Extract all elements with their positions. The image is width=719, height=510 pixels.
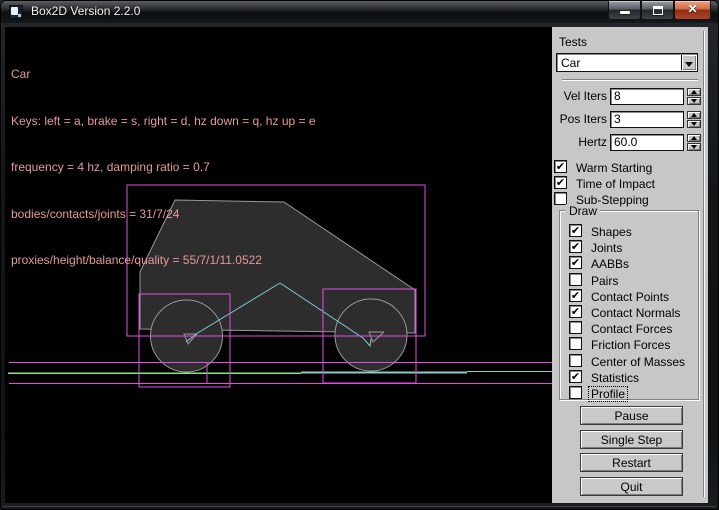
minimize-icon [620,11,630,14]
checkbox-box[interactable]: ✔ [569,370,582,383]
checkbox-box[interactable]: ✔ [569,256,582,269]
arrow-up-icon [691,113,697,117]
stepper-down-button[interactable] [687,97,701,105]
arrow-down-icon [691,145,697,149]
restart-button[interactable]: Restart [580,453,683,472]
vel-iters-stepper [687,88,701,105]
bodies-line: bodies/contacts/joints = 31/7/24 [11,207,316,223]
frame-bottom-highlight [3,506,716,507]
front-wheel [335,299,407,371]
single-step-button[interactable]: Single Step [580,430,683,449]
pos-iters-input[interactable]: 3 [610,111,684,128]
checkbox-box[interactable]: ✔ [569,289,582,302]
checkbox-box[interactable]: ✔ [569,224,582,237]
checkbox-box[interactable]: ✔ [554,160,567,173]
chevron-down-icon [685,62,693,67]
hertz-input[interactable]: 60.0 [610,134,684,151]
title-bar[interactable]: Box2D Version 2.2.0 ✕ [1,1,719,23]
window-title: Box2D Version 2.2.0 [31,1,140,23]
arrow-up-icon [691,136,697,140]
stats-overlay: Car Keys: left = a, brake = s, right = d… [11,36,316,300]
frequency-line: frequency = 4 hz, damping ratio = 0.7 [11,160,316,176]
dropdown-arrow-button[interactable] [681,55,696,70]
stepper-up-button[interactable] [687,134,701,142]
checkbox-box[interactable]: ✔ [554,176,567,189]
arrow-up-icon [691,90,697,94]
tests-dropdown[interactable]: Car [556,53,698,72]
maximize-button[interactable] [641,1,674,20]
minimize-button[interactable] [608,1,641,20]
tests-dropdown-value: Car [561,56,580,70]
stepper-up-button[interactable] [687,111,701,119]
draw-group: Draw ✔ Shapes ✔ Joints ✔ AABBs Pairs ✔ C… [559,210,699,400]
checkbox-box[interactable] [569,273,582,286]
pos-iters-label: Pos Iters [555,111,607,128]
simulation-viewport[interactable]: Car Keys: left = a, brake = s, right = d… [5,27,552,503]
separator [562,79,698,81]
hertz-label: Hertz [555,134,607,151]
pos-iters-row: Pos Iters 3 [552,111,708,128]
hertz-row: Hertz 60.0 [552,134,708,151]
keys-line: Keys: left = a, brake = s, right = d, hz… [11,114,316,130]
close-button[interactable]: ✕ [674,1,711,20]
vel-iters-label: Vel Iters [555,88,607,105]
app-window: Box2D Version 2.2.0 ✕ Car Keys: left = a… [0,0,719,510]
close-icon: ✕ [675,2,710,16]
arrow-down-icon [691,122,697,126]
stepper-down-button[interactable] [687,143,701,151]
stepper-up-button[interactable] [687,88,701,96]
vel-iters-input[interactable]: 8 [610,88,684,105]
app-icon [9,5,23,19]
pos-iters-stepper [687,111,701,128]
checkbox-box[interactable] [569,354,582,367]
vel-iters-row: Vel Iters 8 [552,88,708,105]
checkbox-box[interactable]: ✔ [569,240,582,253]
maximize-icon [653,6,663,15]
draw-group-label: Draw [566,204,600,218]
checkbox-box[interactable] [569,386,582,399]
control-panel: Tests Car Vel Iters 8 Pos Iters 3 [552,27,708,503]
quit-button[interactable]: Quit [580,477,683,496]
pause-button[interactable]: Pause [580,406,683,425]
proxies-line: proxies/height/balance/quality = 55/7/1/… [11,253,316,269]
checkbox-box[interactable] [569,337,582,350]
stepper-down-button[interactable] [687,120,701,128]
arrow-down-icon [691,99,697,103]
hertz-stepper [687,134,701,151]
test-name-line: Car [11,67,316,83]
checkbox-box[interactable]: ✔ [569,305,582,318]
checkbox-box[interactable] [569,321,582,334]
tests-label: Tests [559,35,587,49]
